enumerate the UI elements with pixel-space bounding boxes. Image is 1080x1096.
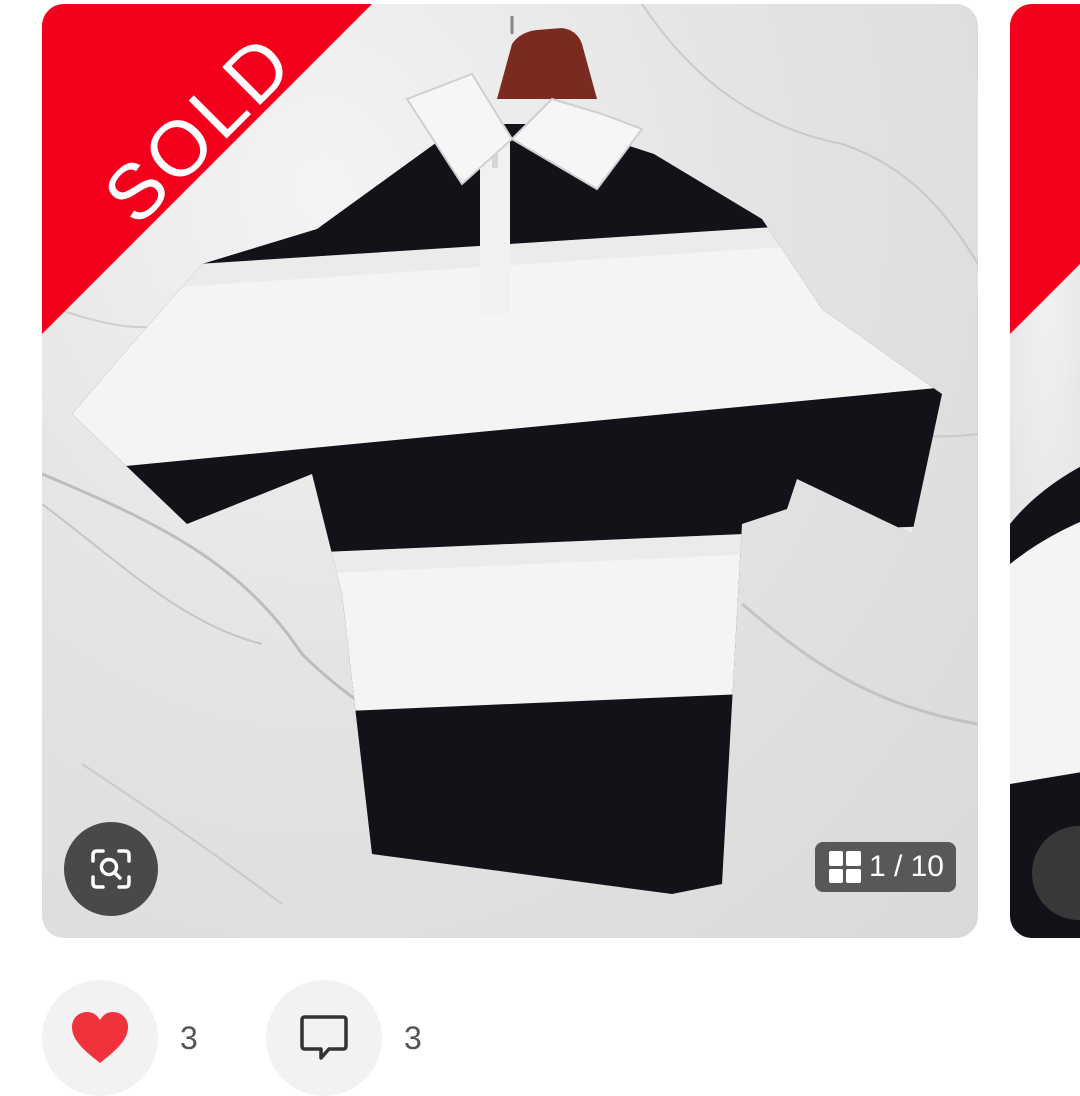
listing-image-card[interactable]: SOLD 1 / 10 [42,4,978,938]
comments-count: 3 [404,1019,422,1056]
comment-icon [300,1015,348,1060]
image-counter-label: 1 / 10 [868,850,944,883]
action-bar: 3 3 [42,980,464,1096]
heart-icon [72,1012,128,1063]
likes-count: 3 [180,1019,198,1056]
scan-search-icon [91,849,131,889]
sold-badge: SOLD [42,4,372,334]
image-counter[interactable]: 1 / 10 [814,842,956,892]
like-button[interactable] [42,980,158,1096]
grid-icon [828,851,861,883]
next-listing-card[interactable]: SOLD [1010,4,1080,938]
zoom-button[interactable] [64,822,158,916]
next-sold-badge: SOLD [1010,4,1080,334]
comment-button[interactable] [266,980,382,1096]
